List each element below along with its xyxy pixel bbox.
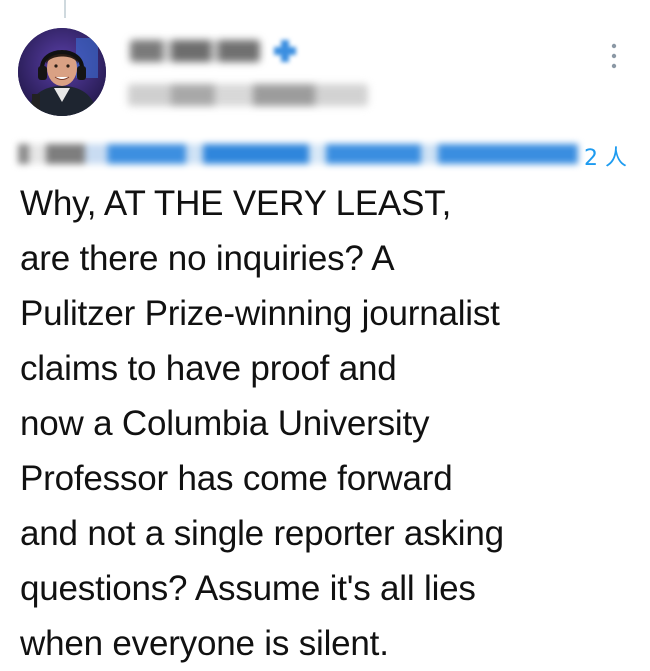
replying-to-redacted <box>18 144 578 164</box>
replying-to-row[interactable]: 2 人 <box>18 136 638 172</box>
verified-badge-icon <box>274 40 296 62</box>
replying-to-count: 2 人 <box>584 146 627 171</box>
avatar-icon <box>18 28 106 116</box>
author-name-redacted[interactable] <box>130 40 260 62</box>
tweet-body: Why, AT THE VERY LEAST, are there no inq… <box>20 184 504 663</box>
more-vertical-icon[interactable] <box>608 42 620 70</box>
avatar[interactable] <box>18 28 106 116</box>
author-handle-redacted[interactable] <box>128 84 368 106</box>
thread-connector-line <box>64 0 66 18</box>
